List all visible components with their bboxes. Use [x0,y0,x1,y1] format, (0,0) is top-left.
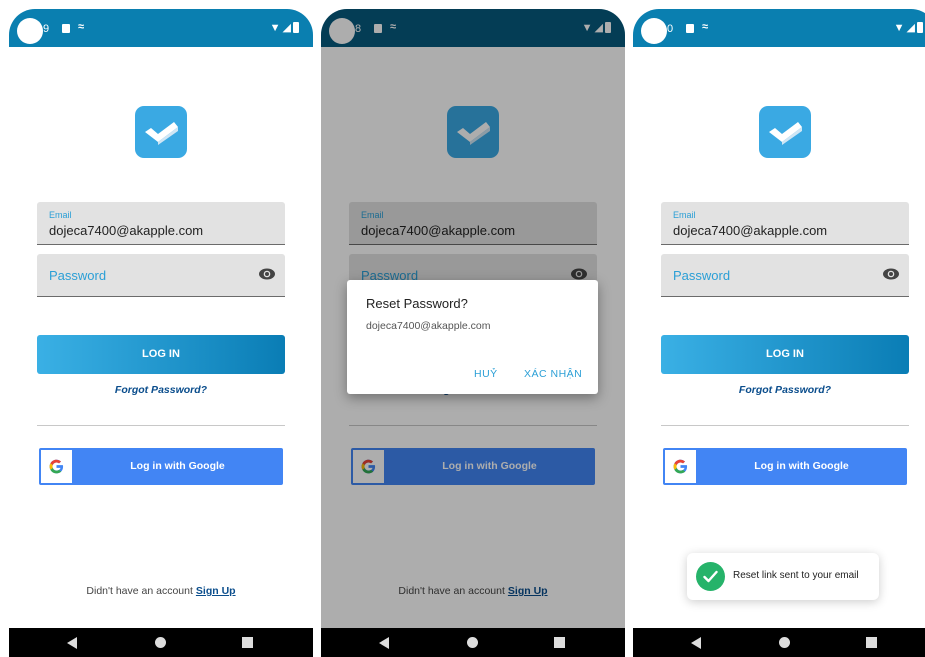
signup-row: Didn't have an account Sign Up [9,585,313,597]
app-logo [135,106,187,158]
email-field[interactable]: Email dojeca7400@akapple.com [37,202,285,245]
recents-icon[interactable] [554,637,565,648]
camera-cutout [641,18,667,44]
success-check-icon [696,562,725,591]
checkmark-icon [769,122,802,145]
forgot-password-link[interactable]: Forgot Password? [633,384,925,396]
home-icon[interactable] [155,637,166,648]
recents-icon[interactable] [866,637,877,648]
email-value: dojeca7400@akapple.com [673,223,828,238]
wifi-icon: ▼ [893,21,905,34]
google-button-label: Log in with Google [130,460,225,472]
battery-icon [917,22,923,33]
status-icons: ▼ ◢ [270,21,299,34]
show-password-eye-icon[interactable] [259,268,275,280]
google-icon-box [41,450,72,483]
reset-password-dialog: Reset Password? dojeca7400@akapple.com H… [347,280,598,394]
email-label: Email [673,210,696,220]
sync-icon: ≈ [702,21,709,33]
status-bar: 9 ≈ ▼ ◢ [9,9,313,47]
dialog-confirm-button[interactable]: XÁC NHẬN [524,368,582,380]
notification-icon [686,24,694,33]
divider [37,425,285,426]
google-icon [49,459,64,474]
nav-bar [633,628,925,657]
email-label: Email [49,210,72,220]
phone-screen-reset-sent: 0 ≈ ▼ ◢ Email dojeca7400@akapple.com Pas… [633,9,925,657]
status-bar: 0 ≈ ▼ ◢ [633,9,925,47]
toast-message: Reset link sent to your email [733,570,859,581]
dialog-title: Reset Password? [366,296,468,311]
camera-cutout [17,18,43,44]
signup-link[interactable]: Sign Up [196,585,236,597]
sync-icon: ≈ [78,21,85,33]
phone-screen-login: 9 ≈ ▼ ◢ Email dojeca7400@akapple.com Pas… [9,9,313,657]
recents-icon[interactable] [242,637,253,648]
divider [661,425,909,426]
google-icon-box [665,450,696,483]
success-toast: Reset link sent to your email [687,553,879,600]
back-icon[interactable] [67,637,77,649]
signal-icon: ◢ [282,22,291,34]
password-placeholder: Password [673,268,731,283]
dialog-message: dojeca7400@akapple.com [366,320,491,332]
status-time: 9 [43,23,50,35]
signup-prompt: Didn't have an account [86,585,193,597]
nav-bar [321,628,625,657]
email-value: dojeca7400@akapple.com [49,223,204,238]
forgot-password-link[interactable]: Forgot Password? [9,384,313,396]
google-icon [673,459,688,474]
nav-bar [9,628,313,657]
dialog-cancel-button[interactable]: HUỶ [474,368,498,380]
google-login-button[interactable]: Log in with Google [663,448,907,485]
signal-icon: ◢ [906,22,915,34]
checkmark-icon [145,122,178,145]
phone-screen-reset-dialog: 8 ≈ ▼ ◢ Email dojeca7400@akapple.com Pas… [321,9,625,657]
back-icon[interactable] [691,637,701,649]
status-time: 0 [667,23,674,35]
show-password-eye-icon[interactable] [883,268,899,280]
back-icon[interactable] [379,637,389,649]
login-button[interactable]: LOG IN [37,335,285,374]
login-button[interactable]: LOG IN [661,335,909,374]
battery-icon [293,22,299,33]
wifi-icon: ▼ [269,21,281,34]
email-field[interactable]: Email dojeca7400@akapple.com [661,202,909,245]
home-icon[interactable] [467,637,478,648]
notification-icon [62,24,70,33]
app-logo [759,106,811,158]
status-icons: ▼ ◢ [894,21,923,34]
google-button-label: Log in with Google [754,460,849,472]
password-field[interactable]: Password [661,254,909,297]
google-login-button[interactable]: Log in with Google [39,448,283,485]
password-placeholder: Password [49,268,107,283]
password-field[interactable]: Password [37,254,285,297]
home-icon[interactable] [779,637,790,648]
